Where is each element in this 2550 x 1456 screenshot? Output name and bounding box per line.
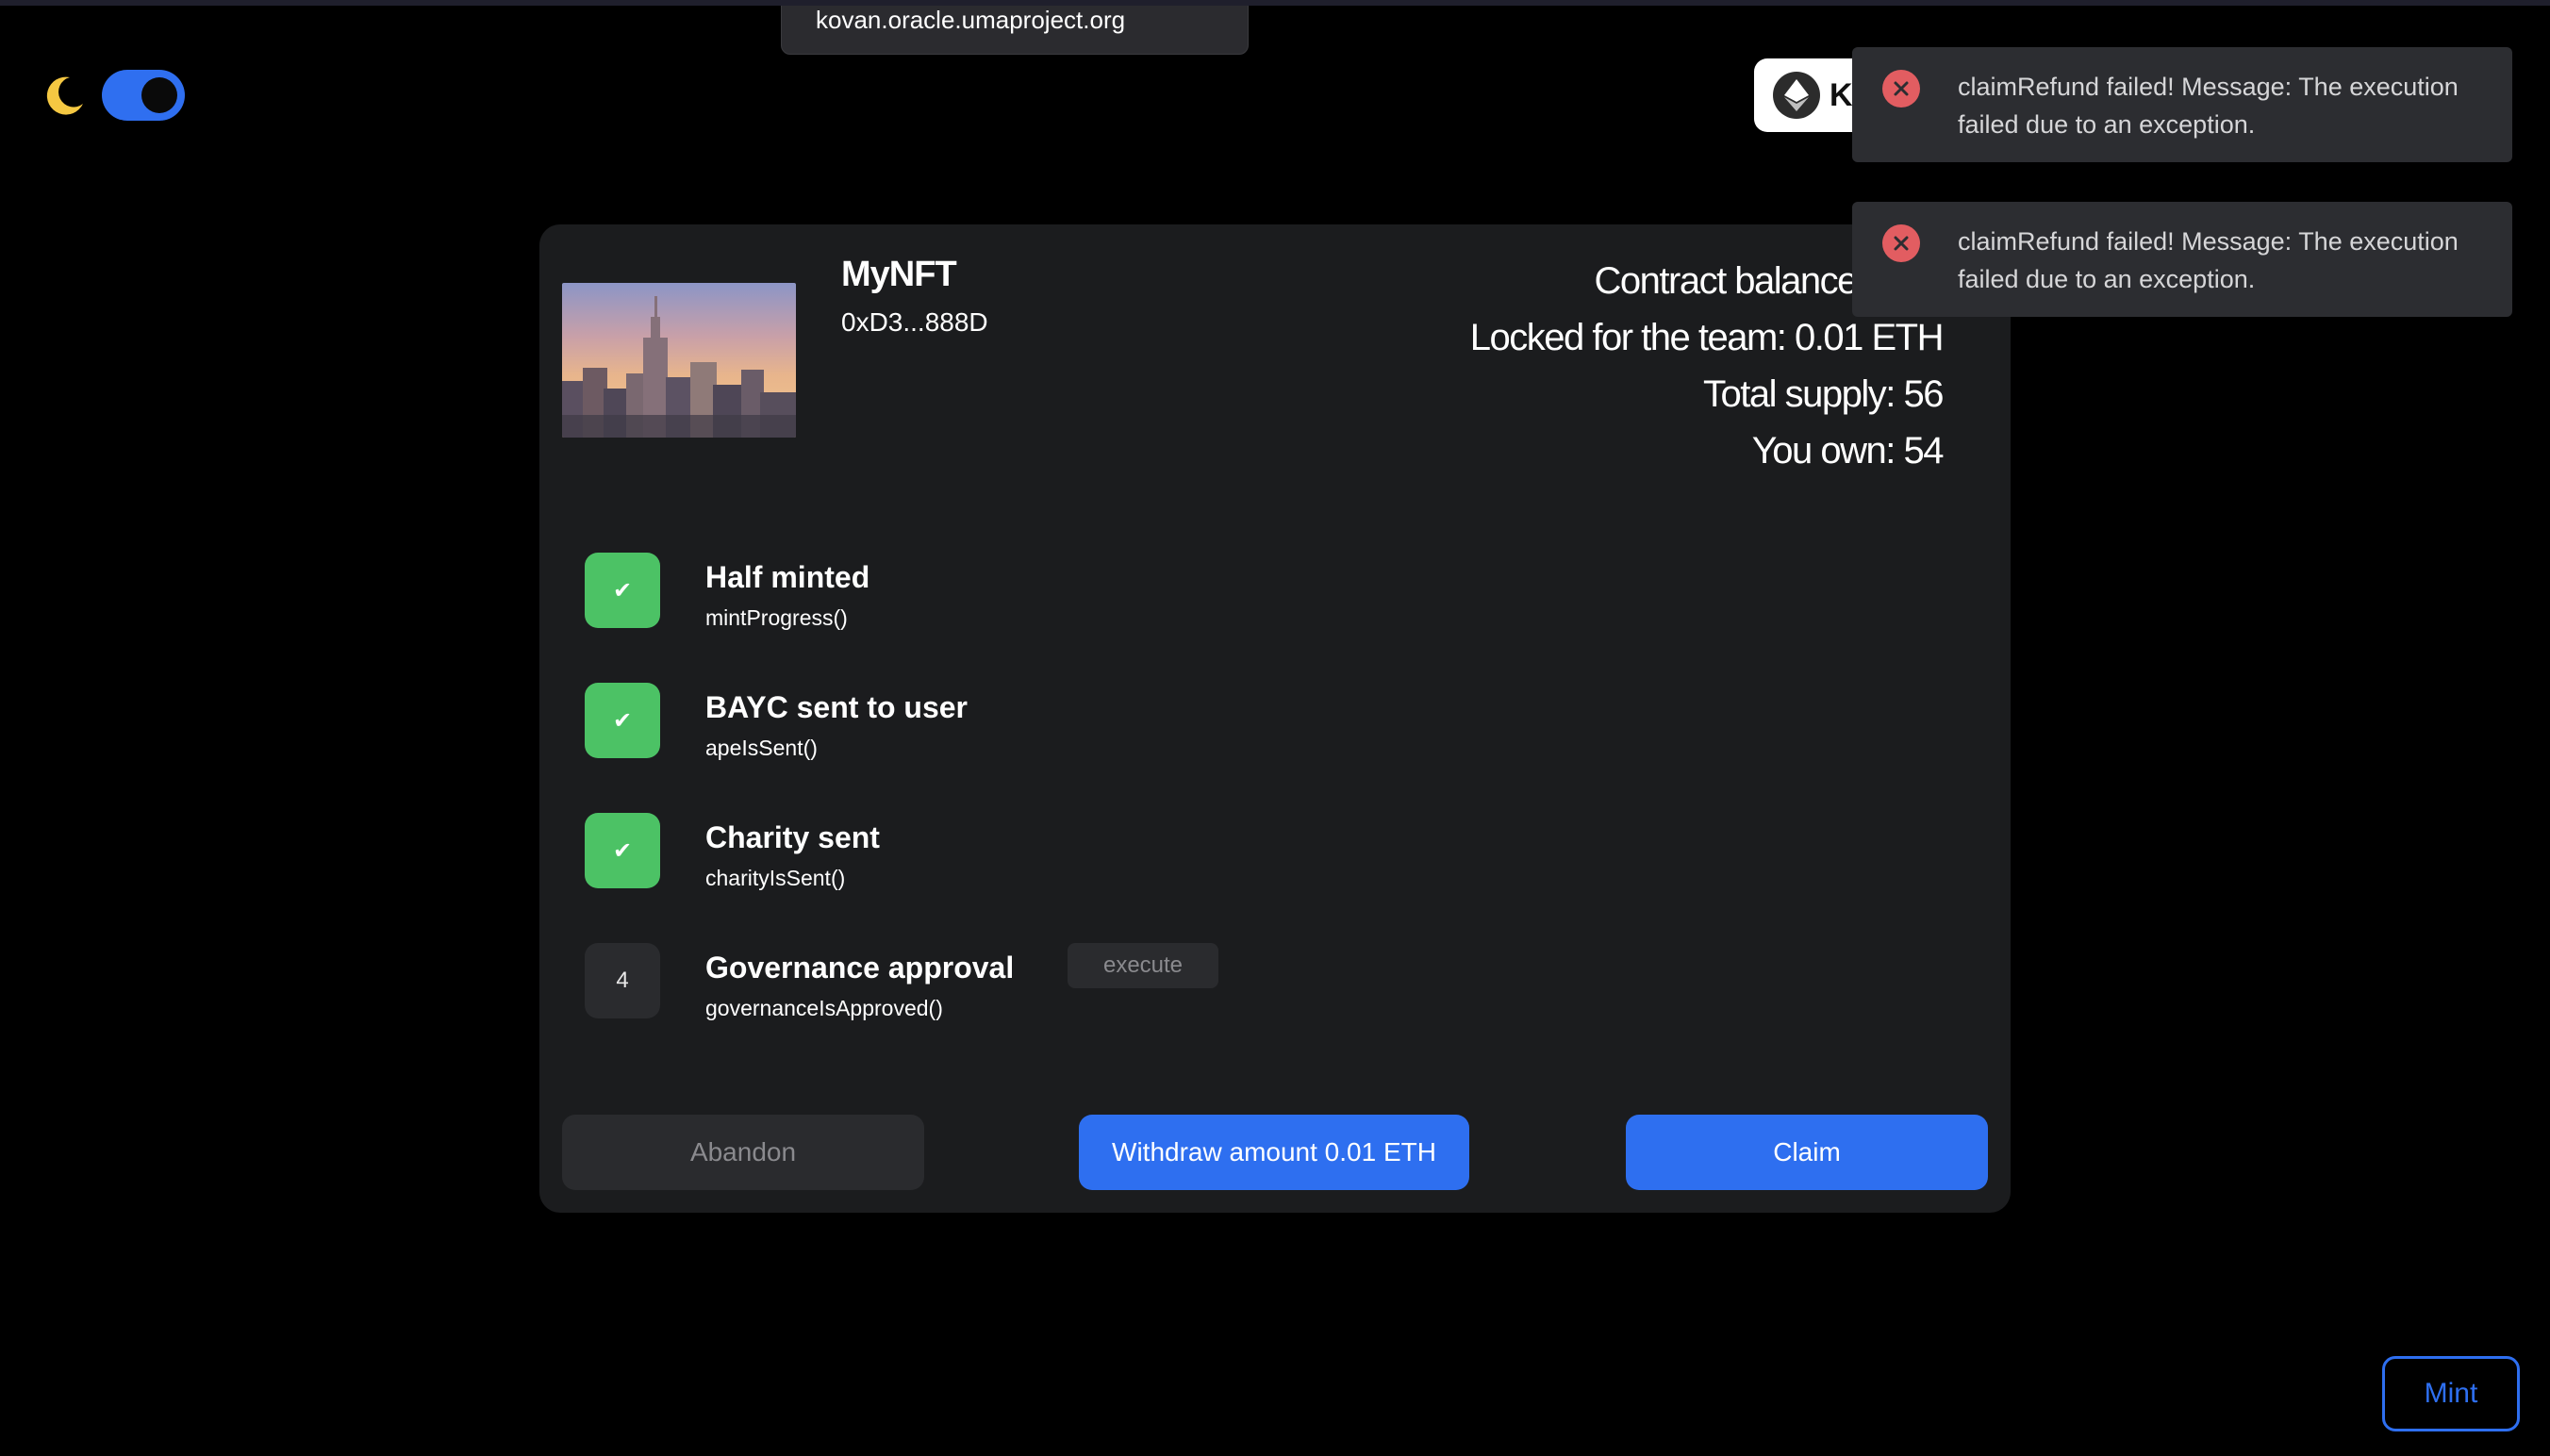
abandon-button[interactable]: Abandon — [562, 1115, 924, 1190]
step-function: governanceIsApproved() — [705, 996, 943, 1020]
step-title: Charity sent — [705, 820, 880, 854]
step-title: Half minted — [705, 560, 870, 594]
step-title: Governance approval — [705, 951, 1015, 984]
step-number-badge: 4 — [585, 943, 660, 1018]
you-own: You own: 54 — [1751, 430, 1945, 472]
check-icon: ✔ — [585, 683, 660, 758]
check-icon: ✔ — [585, 553, 660, 628]
toast-message: claimRefund failed! Message: The executi… — [1958, 227, 2459, 293]
step-function: charityIsSent() — [705, 866, 846, 890]
nft-address[interactable]: 0xD3...888D — [841, 307, 988, 338]
step-function: mintProgress() — [705, 605, 848, 630]
locked-for-team: Locked for the team: 0.01 ETH — [1469, 317, 1945, 358]
error-icon — [1882, 224, 1920, 262]
error-toast[interactable]: claimRefund failed! Message: The executi… — [1852, 47, 2512, 162]
nft-card: MyNFT 0xD3...888D Contract balance: 0.04… — [539, 224, 2011, 1213]
url-tooltip: kovan.oracle.umaproject.org — [781, 6, 1249, 55]
claim-button[interactable]: Claim — [1626, 1115, 1988, 1190]
toast-message: claimRefund failed! Message: The executi… — [1958, 73, 2459, 139]
execute-button[interactable]: execute — [1068, 943, 1218, 988]
mint-button[interactable]: Mint — [2382, 1356, 2520, 1431]
total-supply: Total supply: 56 — [1703, 373, 1944, 415]
app-window: kovan.oracle.umaproject.org K MyNFT 0xD3… — [0, 0, 2550, 1456]
url-text: kovan.oracle.umaproject.org — [816, 6, 1126, 34]
withdraw-button[interactable]: Withdraw amount 0.01 ETH — [1079, 1115, 1469, 1190]
error-toast[interactable]: claimRefund failed! Message: The executi… — [1852, 202, 2512, 317]
moon-icon — [46, 76, 83, 115]
check-icon: ✔ — [585, 813, 660, 888]
nft-name: MyNFT — [841, 255, 957, 294]
switch-knob — [141, 77, 177, 113]
step-function: apeIsSent() — [705, 736, 818, 760]
error-icon — [1882, 70, 1920, 108]
nft-thumbnail — [562, 283, 796, 438]
ethereum-icon — [1773, 72, 1820, 119]
theme-toggle — [41, 70, 185, 121]
network-label: K — [1830, 76, 1853, 113]
step-title: BAYC sent to user — [705, 690, 968, 724]
dark-mode-switch[interactable] — [102, 70, 185, 121]
